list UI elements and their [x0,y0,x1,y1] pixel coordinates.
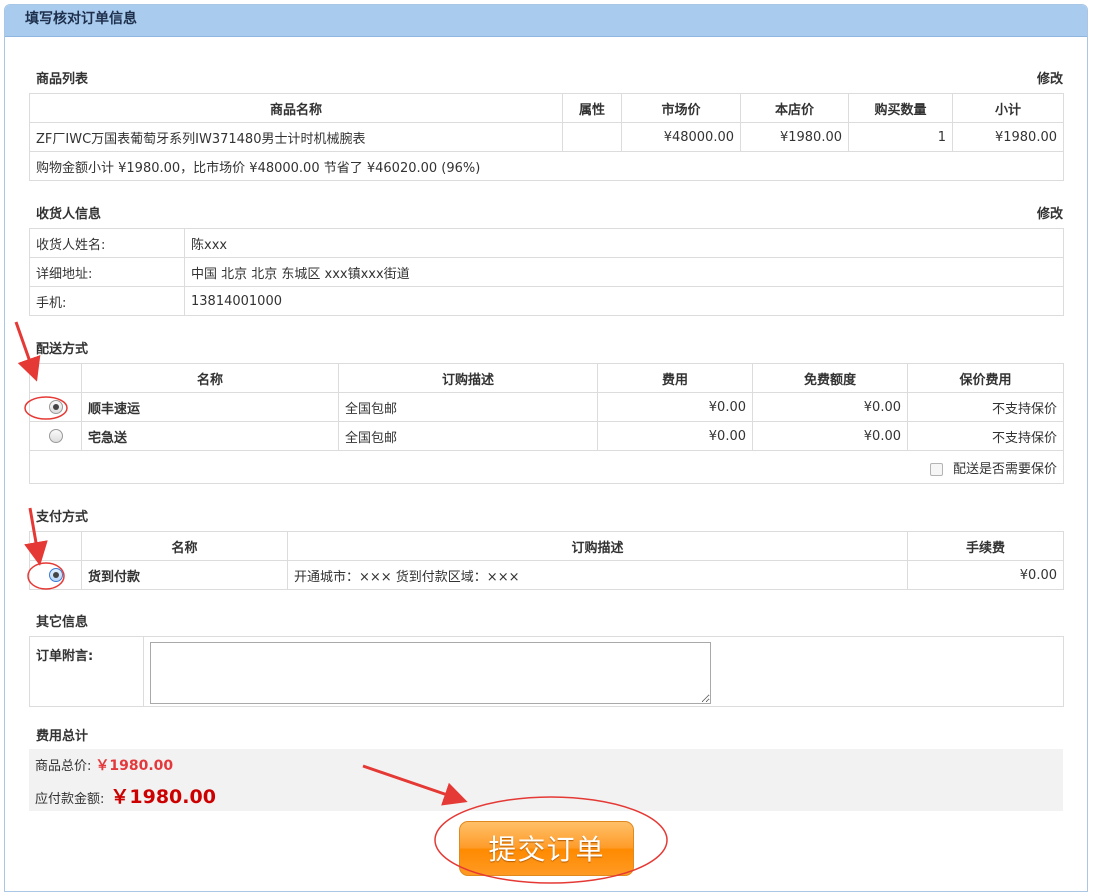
table-row: 货到付款 开通城市：××× 货到付款区域：××× ¥0.00 [29,560,1064,590]
shipping-radio-zjs[interactable] [48,429,63,443]
col-insure-fee: 保价费用 [907,363,1064,393]
col-payment-fee: 手续费 [907,531,1064,561]
consignee-phone-label: 手机: [29,286,185,316]
col-subtotal: 小计 [952,93,1064,123]
order-note-textarea[interactable] [150,642,711,704]
pay-total-value: ￥1980.00 [110,786,216,808]
goods-section-title: 商品列表 [36,72,89,87]
insure-row: 配送是否需要保价 [29,450,1064,484]
shipping-section-title: 配送方式 [36,342,89,357]
col-shipping-name: 名称 [81,363,339,393]
shipping-free: ¥0.00 [752,392,908,422]
goods-table: 商品名称 属性 市场价 本店价 购买数量 小计 ZF厂IWC万国表葡萄牙系列IW… [29,93,1064,181]
goods-name-link[interactable]: ZF厂IWC万国表葡萄牙系列IW371480男士计时机械腕表 [29,122,563,152]
shipping-name: 宅急送 [81,421,339,451]
table-row: 收货人姓名: 陈xxx [29,228,1064,258]
shipping-desc: 全国包邮 [338,392,598,422]
table-row: ZF厂IWC万国表葡萄牙系列IW371480男士计时机械腕表 ¥48000.00… [29,122,1064,152]
shop-price: ¥1980.00 [740,122,849,152]
goods-summary: 购物金额小计 ¥1980.00，比市场价 ¥48000.00 节省了 ¥4602… [29,151,1064,181]
consignee-name-label: 收货人姓名: [29,228,185,258]
market-price: ¥48000.00 [621,122,741,152]
col-goods-attr: 属性 [562,93,622,123]
shipping-table: 名称 订购描述 费用 免费额度 保价费用 顺丰速运 全国包邮 ¥0.00 ¥0.… [29,363,1064,484]
shipping-insure: 不支持保价 [907,392,1064,422]
table-row: 详细地址: 中国 北京 北京 东城区 xxx镇xxx街道 [29,257,1064,287]
col-payment-desc: 订购描述 [287,531,908,561]
consignee-section-title: 收货人信息 [36,207,102,222]
col-market-price: 市场价 [621,93,741,123]
shipping-free: ¥0.00 [752,421,908,451]
other-section-title: 其它信息 [36,615,89,630]
order-note-label: 订单附言: [29,636,144,707]
goods-edit-link[interactable]: 修改 [1037,68,1063,87]
consignee-edit-link[interactable]: 修改 [1037,203,1063,222]
goods-total-line: 商品总价: ￥1980.00 [35,755,173,775]
col-select [29,531,82,561]
total-section-title: 费用总计 [36,729,89,744]
col-goods-name: 商品名称 [29,93,563,123]
consignee-address-value: 中国 北京 北京 东城区 xxx镇xxx街道 [184,257,1064,287]
table-row: 宅急送 全国包邮 ¥0.00 ¥0.00 不支持保价 [29,421,1064,451]
col-select [29,363,82,393]
submit-order-button[interactable]: 提交订单 [459,821,634,876]
shipping-fee: ¥0.00 [597,421,753,451]
payment-radio-cod[interactable] [48,568,63,582]
pay-total-label: 应付款金额: [35,792,105,807]
col-shipping-fee: 费用 [597,363,753,393]
col-shop-price: 本店价 [740,93,849,123]
subtotal: ¥1980.00 [952,122,1064,152]
shipping-fee: ¥0.00 [597,392,753,422]
goods-summary-row: 购物金额小计 ¥1980.00，比市场价 ¥48000.00 节省了 ¥4602… [29,151,1064,181]
consignee-address-label: 详细地址: [29,257,185,287]
shipping-insure: 不支持保价 [907,421,1064,451]
insure-label: 配送是否需要保价 [952,461,1057,477]
goods-total-label: 商品总价: [35,759,92,774]
consignee-table: 收货人姓名: 陈xxx 详细地址: 中国 北京 北京 东城区 xxx镇xxx街道… [29,228,1064,316]
goods-header-row: 商品名称 属性 市场价 本店价 购买数量 小计 [29,93,1064,123]
payment-table: 名称 订购描述 手续费 货到付款 开通城市：××× 货到付款区域：××× ¥0.… [29,531,1064,590]
goods-total-value: ￥1980.00 [95,758,174,774]
shipping-radio-sf[interactable] [48,400,63,414]
payment-section-title: 支付方式 [36,510,89,525]
panel-title: 填写核对订单信息 [5,5,1087,37]
quantity: 1 [848,122,953,152]
fee-summary-box: 商品总价: ￥1980.00 应付款金额: ￥1980.00 [29,749,1063,811]
goods-attr [562,122,622,152]
shipping-name: 顺丰速运 [81,392,339,422]
pay-total-line: 应付款金额: ￥1980.00 [35,782,216,809]
payment-name: 货到付款 [81,560,288,590]
col-payment-name: 名称 [81,531,288,561]
col-free-quota: 免费额度 [752,363,908,393]
consignee-phone-value: 13814001000 [184,286,1064,316]
col-quantity: 购买数量 [848,93,953,123]
col-shipping-desc: 订购描述 [338,363,598,393]
table-row: 顺丰速运 全国包邮 ¥0.00 ¥0.00 不支持保价 [29,392,1064,422]
payment-desc: 开通城市：××× 货到付款区域：××× [287,560,908,590]
insure-checkbox[interactable] [929,462,943,476]
shipping-desc: 全国包邮 [338,421,598,451]
table-row: 手机: 13814001000 [29,286,1064,316]
payment-fee: ¥0.00 [907,560,1064,590]
consignee-name-value: 陈xxx [184,228,1064,258]
shipping-header-row: 名称 订购描述 费用 免费额度 保价费用 [29,363,1064,393]
payment-header-row: 名称 订购描述 手续费 [29,531,1064,561]
